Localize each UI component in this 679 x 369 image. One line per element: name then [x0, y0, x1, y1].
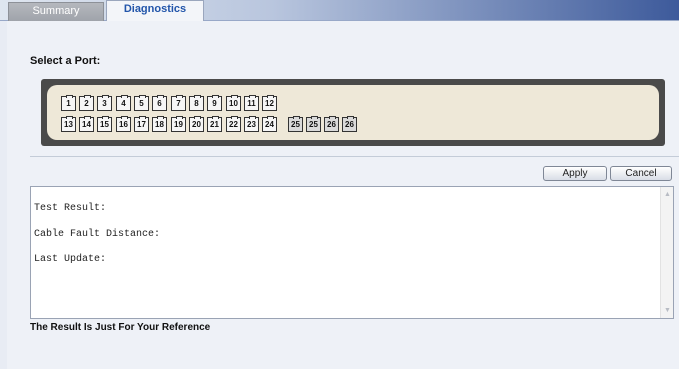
port-16[interactable]: 16	[116, 116, 131, 132]
port-3[interactable]: 3	[97, 95, 112, 111]
port-8[interactable]: 8	[189, 95, 204, 111]
cancel-button[interactable]: Cancel	[610, 166, 672, 181]
port-1[interactable]: 1	[61, 95, 76, 111]
port-9[interactable]: 9	[207, 95, 222, 111]
result-scrollbar[interactable]: ▲ ▼	[660, 187, 673, 318]
port-2[interactable]: 2	[79, 95, 94, 111]
port-7[interactable]: 7	[171, 95, 186, 111]
port-panel-inner: 1 2 3 4 5 6 7 8 9 10 11 12 13 14 15 16 1…	[47, 85, 659, 140]
port-24[interactable]: 24	[262, 116, 277, 132]
last-update-label: Last Update:	[34, 254, 107, 265]
reference-note: The Result Is Just For Your Reference	[30, 322, 211, 333]
port-14[interactable]: 14	[79, 116, 94, 132]
port-10[interactable]: 10	[226, 95, 241, 111]
apply-button[interactable]: Apply	[543, 166, 607, 181]
arrow-up-icon[interactable]: ▲	[663, 190, 672, 199]
port-17[interactable]: 17	[134, 116, 149, 132]
port-5[interactable]: 5	[134, 95, 149, 111]
port-21[interactable]: 21	[207, 116, 222, 132]
port-26-copper[interactable]: 26	[324, 116, 339, 132]
port-19[interactable]: 19	[171, 116, 186, 132]
port-4[interactable]: 4	[116, 95, 131, 111]
port-23[interactable]: 23	[244, 116, 259, 132]
port-panel: 1 2 3 4 5 6 7 8 9 10 11 12 13 14 15 16 1…	[41, 79, 665, 146]
port-11[interactable]: 11	[244, 95, 259, 111]
port-26-sfp[interactable]: 26	[342, 116, 357, 132]
test-result-label: Test Result:	[34, 203, 107, 214]
port-12[interactable]: 12	[262, 95, 277, 111]
arrow-down-icon[interactable]: ▼	[663, 306, 672, 315]
tab-diagnostics[interactable]: Diagnostics	[106, 0, 204, 22]
tab-bar: Summary Diagnostics	[0, 0, 679, 22]
port-25-sfp[interactable]: 25	[306, 116, 321, 132]
result-textarea[interactable]: Test Result: Cable Fault Distance: Last …	[30, 186, 674, 319]
port-25-copper[interactable]: 25	[288, 116, 303, 132]
port-6[interactable]: 6	[152, 95, 167, 111]
tab-summary[interactable]: Summary	[8, 2, 104, 21]
port-18[interactable]: 18	[152, 116, 167, 132]
port-22[interactable]: 22	[226, 116, 241, 132]
select-port-label: Select a Port:	[30, 55, 101, 67]
port-20[interactable]: 20	[189, 116, 204, 132]
cable-fault-distance-label: Cable Fault Distance:	[34, 229, 161, 240]
section-divider	[30, 156, 679, 157]
port-15[interactable]: 15	[97, 116, 112, 132]
port-13[interactable]: 13	[61, 116, 76, 132]
